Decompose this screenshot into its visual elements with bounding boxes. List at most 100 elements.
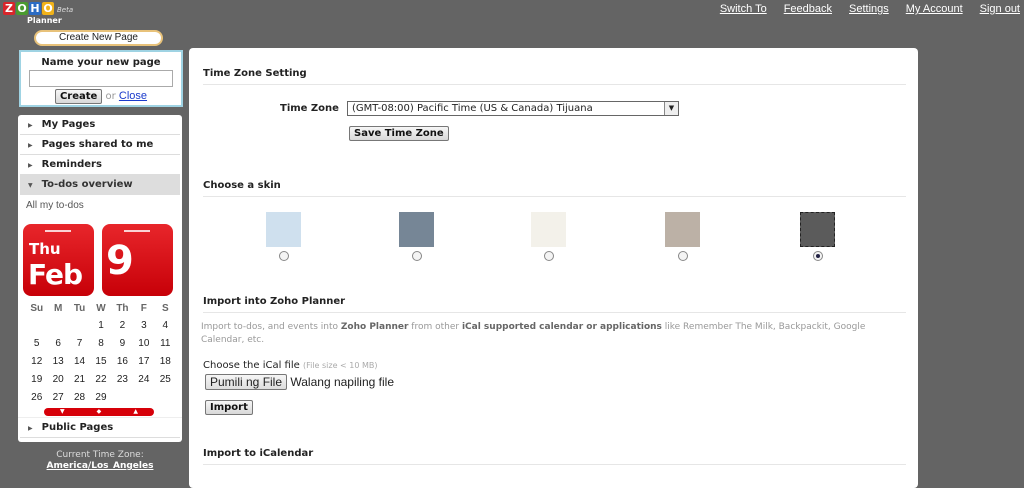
import-button[interactable]: Import (205, 400, 253, 415)
weekday-header: Th (116, 303, 129, 314)
beta-label: Beta (57, 6, 74, 14)
calendar-day-tile: 9 (102, 224, 173, 296)
sidebar-item-my-pages[interactable]: ▶ My Pages (20, 115, 180, 135)
logo-letter: O (42, 2, 54, 15)
weekday-header: Tu (73, 303, 86, 314)
calendar-date[interactable]: 22 (90, 371, 111, 389)
calendar-nav-bar: ▼ ◆ ▲ (44, 408, 154, 416)
create-button[interactable]: Create (54, 89, 103, 104)
sidebar-item-public-pages[interactable]: ▶ Public Pages (20, 418, 180, 438)
page-name-input[interactable] (29, 70, 173, 87)
nav-label: My Pages (41, 119, 96, 130)
calendar-date[interactable]: 15 (90, 353, 111, 371)
calendar-date (26, 317, 47, 335)
skin-swatch[interactable] (266, 212, 301, 247)
sidebar-item-todos-overview[interactable]: ▼ To-dos overview (20, 175, 180, 195)
file-picker: Pumili ng File Walang napiling file (205, 374, 394, 390)
time-zone-label: Current Time Zone: (56, 450, 144, 460)
logo-letter: O (16, 2, 28, 15)
section-export: Import to iCalendar (203, 448, 906, 465)
calendar-month-tile: Thu Feb (23, 224, 94, 296)
calendar-date[interactable]: 25 (155, 371, 176, 389)
calendar-date[interactable]: 6 (47, 335, 68, 353)
feedback-link[interactable]: Feedback (784, 3, 832, 15)
nav-label: To-dos overview (41, 179, 133, 190)
my-account-link[interactable]: My Account (906, 3, 963, 15)
weekday-header: W (96, 303, 106, 314)
calendar-date[interactable]: 2 (112, 317, 133, 335)
week-row: 5 6 7 8 9 10 11 (26, 335, 176, 353)
skin-swatch[interactable] (399, 212, 434, 247)
section-import: Import into Zoho Planner (203, 296, 906, 313)
skin-radio[interactable] (544, 251, 554, 261)
skin-swatch[interactable] (665, 212, 700, 247)
week-row: 1234 (26, 317, 176, 335)
calendar-date[interactable]: 28 (69, 389, 90, 407)
calendar-date[interactable]: 4 (155, 317, 176, 335)
sign-out-link[interactable]: Sign out (980, 3, 1020, 15)
calendar-date[interactable]: 9 (112, 335, 133, 353)
section-skin: Choose a skin (203, 180, 906, 197)
section-time-zone: Time Zone Setting (203, 68, 906, 85)
calendar-date[interactable]: 8 (90, 335, 111, 353)
close-link[interactable]: Close (119, 90, 147, 102)
calendar-date[interactable]: 11 (155, 335, 176, 353)
calendar-date[interactable]: 16 (112, 353, 133, 371)
settings-panel: Time Zone Setting Time Zone (GMT-08:00) … (189, 48, 918, 488)
expand-arrow-icon: ▶ (28, 142, 33, 149)
choose-file-button[interactable]: Pumili ng File (205, 374, 288, 390)
skin-radio[interactable] (678, 251, 688, 261)
calendar-date[interactable]: 20 (47, 371, 68, 389)
new-page-form: Name your new page Create or Close (19, 50, 183, 107)
calendar-date[interactable]: 24 (133, 371, 154, 389)
zoho-planner-logo[interactable]: Z O H O Beta Planner (3, 2, 83, 26)
time-zone-link[interactable]: America/Los_Angeles (47, 461, 154, 471)
calendar-month: Feb (28, 258, 83, 291)
switch-to-link[interactable]: Switch To (720, 3, 767, 15)
sidebar-item-pages-shared[interactable]: ▶ Pages shared to me (20, 135, 180, 155)
week-row: 19 20 21 22 23 24 25 (26, 371, 176, 389)
calendar-date[interactable]: 7 (69, 335, 90, 353)
nav-label: Public Pages (41, 422, 114, 433)
next-month-icon[interactable]: ▲ (133, 408, 138, 416)
calendar-day: 9 (106, 238, 134, 284)
calendar-date[interactable]: 17 (133, 353, 154, 371)
skin-radio[interactable] (279, 251, 289, 261)
create-new-page-button[interactable]: Create New Page (34, 30, 163, 46)
skin-swatch[interactable] (531, 212, 566, 247)
selected-time-zone: (GMT-08:00) Pacific Time (US & Canada) T… (352, 103, 593, 114)
all-todos-link[interactable]: All my to-dos (18, 195, 182, 211)
calendar-date[interactable]: 18 (155, 353, 176, 371)
sidebar-item-reminders[interactable]: ▶ Reminders (20, 155, 180, 175)
calendar-date[interactable]: 12 (26, 353, 47, 371)
calendar-date[interactable]: 1 (90, 317, 111, 335)
calendar-date[interactable]: 5 (26, 335, 47, 353)
calendar-date[interactable]: 21 (69, 371, 90, 389)
time-zone-select[interactable]: (GMT-08:00) Pacific Time (US & Canada) T… (347, 101, 679, 116)
calendar-date[interactable]: 19 (26, 371, 47, 389)
calendar-date[interactable]: 10 (133, 335, 154, 353)
today-icon[interactable]: ◆ (97, 408, 102, 416)
calendar-date[interactable]: 14 (69, 353, 90, 371)
prev-month-icon[interactable]: ▼ (60, 408, 65, 416)
calendar-date[interactable]: 29 (90, 389, 111, 407)
calendar-date[interactable]: 23 (112, 371, 133, 389)
skin-radio[interactable] (813, 251, 823, 261)
calendar-date[interactable]: 27 (47, 389, 68, 407)
settings-link[interactable]: Settings (849, 3, 889, 15)
save-time-zone-button[interactable]: Save Time Zone (349, 126, 449, 141)
skin-radio[interactable] (412, 251, 422, 261)
weekday-row: Su M Tu W Th F S (26, 301, 176, 317)
expand-arrow-icon: ▶ (28, 122, 33, 129)
calendar-date[interactable]: 13 (47, 353, 68, 371)
calendar-date[interactable]: 26 (26, 389, 47, 407)
time-zone-label: Time Zone (280, 103, 339, 114)
calendar-date (112, 389, 133, 407)
expand-arrow-icon: ▶ (28, 425, 33, 432)
calendar-date (155, 389, 176, 407)
calendar-date[interactable]: 3 (133, 317, 154, 335)
skin-swatch[interactable] (800, 212, 835, 247)
nav-label: Reminders (41, 159, 102, 170)
nav-label: Pages shared to me (41, 139, 154, 150)
current-time-zone: Current Time Zone: America/Los_Angeles (18, 450, 182, 472)
